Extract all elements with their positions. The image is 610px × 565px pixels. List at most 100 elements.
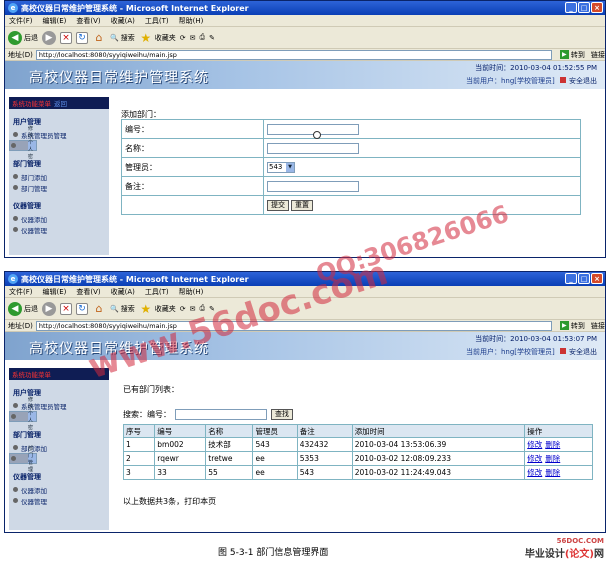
minimize-button[interactable]: _ xyxy=(565,273,577,284)
sidebar-item-admin-manage[interactable]: 系统管理员管理 xyxy=(9,400,109,411)
history-icon[interactable]: ⟳ xyxy=(180,305,186,313)
delete-link[interactable]: 删除 xyxy=(545,468,560,477)
menu-tools[interactable]: 工具(T) xyxy=(145,287,169,297)
logout-icon xyxy=(560,77,566,83)
edit-link[interactable]: 修改 xyxy=(527,468,542,477)
bullet-icon xyxy=(13,498,18,503)
sidebar-item-dept-manage[interactable]: 部门管理 xyxy=(9,446,37,473)
bullet-icon xyxy=(11,456,16,461)
sidebar-item-inst-add[interactable]: 仪器添加 xyxy=(9,213,109,224)
refresh-icon[interactable]: ↻ xyxy=(76,31,88,44)
home-icon[interactable]: ⌂ xyxy=(92,302,106,316)
maximize-button[interactable]: □ xyxy=(578,273,590,284)
label-code: 编号： xyxy=(121,119,264,139)
minimize-button[interactable]: _ xyxy=(565,2,577,13)
forward-button[interactable]: ▶ xyxy=(42,30,56,45)
logo-name-mid: (论文) xyxy=(564,549,594,560)
sidebar-item-dept-add[interactable]: 部门添加 xyxy=(9,171,109,182)
edit-link[interactable]: 修改 xyxy=(527,440,542,449)
go-button[interactable]: ▶ 转到 xyxy=(559,321,585,331)
close-button[interactable]: × xyxy=(591,2,603,13)
logout-link[interactable]: 安全退出 xyxy=(557,77,597,85)
sidebar-title: 系统功能菜单 xyxy=(12,371,51,379)
menu-view[interactable]: 查看(V) xyxy=(76,287,100,297)
menu-file[interactable]: 文件(F) xyxy=(9,16,33,26)
edit-icon[interactable]: ✎ xyxy=(209,305,215,313)
dept-table: 序号 编号 名称 管理员 备注 添加时间 操作 1 bm002 技术部 543 4324… xyxy=(122,424,593,480)
edit-icon[interactable]: ✎ xyxy=(209,34,215,42)
address-input[interactable]: http://localhost:8080/syyiqiweihu/main.j… xyxy=(35,49,552,60)
back-button[interactable]: ◀ 后退 xyxy=(8,301,38,316)
mail-icon[interactable]: ✉ xyxy=(190,305,196,313)
menu-view[interactable]: 查看(V) xyxy=(76,16,100,26)
favorites-button[interactable]: ★ 收藏夹 xyxy=(139,31,175,45)
edit-link[interactable]: 修改 xyxy=(527,454,542,463)
history-icon[interactable]: ⟳ xyxy=(180,34,186,42)
name-input[interactable] xyxy=(267,142,359,154)
maximize-button[interactable]: □ xyxy=(578,2,590,13)
links-label[interactable]: 链接 xyxy=(591,321,605,331)
search-button[interactable]: 🔍 搜索 xyxy=(110,33,135,43)
reset-button[interactable]: 重置 xyxy=(291,199,313,211)
forward-button[interactable]: ▶ xyxy=(42,301,56,316)
banner: 高校仪器日常维护管理系统 当前时间：2010-03-04 01:52:55 PM… xyxy=(5,61,605,89)
delete-link[interactable]: 删除 xyxy=(545,440,560,449)
stop-icon[interactable]: × xyxy=(60,31,72,44)
go-button[interactable]: ▶ 转到 xyxy=(559,50,585,60)
go-arrow-icon: ▶ xyxy=(559,321,569,330)
bullet-icon xyxy=(13,185,18,190)
manager-select[interactable]: 543 ▼ xyxy=(267,161,295,173)
submit-button[interactable]: 提交 xyxy=(267,199,289,211)
search-input[interactable] xyxy=(175,409,267,420)
col-remark: 备注 xyxy=(296,424,353,438)
logout-link[interactable]: 安全退出 xyxy=(557,348,597,356)
menu-favorites[interactable]: 收藏(A) xyxy=(111,287,135,297)
refresh-icon[interactable]: ↻ xyxy=(76,302,88,315)
menu-help[interactable]: 帮助(H) xyxy=(179,287,204,297)
browser-window-dept-list: e 高校仪器日常维护管理系统 - Microsoft Internet Expl… xyxy=(4,271,606,533)
menu-help[interactable]: 帮助(H) xyxy=(179,16,204,26)
print-icon[interactable]: ⎙ xyxy=(199,304,205,313)
address-input[interactable]: http://localhost:8080/syyiqiweihu/main.j… xyxy=(35,320,552,331)
stop-icon[interactable]: × xyxy=(60,302,72,315)
system-name: 高校仪器日常维护管理系统 xyxy=(29,341,209,357)
sidebar-back[interactable]: 返回 xyxy=(54,98,67,108)
sidebar-item-inst-manage[interactable]: 仪器管理 xyxy=(9,224,109,235)
favorites-button[interactable]: ★ 收藏夹 xyxy=(139,302,175,316)
col-index: 序号 xyxy=(122,424,156,438)
find-button[interactable]: 查找 xyxy=(271,409,293,420)
menu-file[interactable]: 文件(F) xyxy=(9,287,33,297)
back-button[interactable]: ◀ 后退 xyxy=(8,30,38,45)
page-content: 高校仪器日常维护管理系统 当前时间：2010-03-04 01:52:55 PM… xyxy=(5,61,605,257)
close-button[interactable]: × xyxy=(591,273,603,284)
sidebar-item-inst-add[interactable]: 仪器添加 xyxy=(9,484,109,495)
menu-edit[interactable]: 编辑(E) xyxy=(43,287,67,297)
bullet-icon xyxy=(13,487,18,492)
mail-icon[interactable]: ✉ xyxy=(190,34,196,42)
figure-caption: 图 5-3-1 部门信息管理界面 xyxy=(218,548,329,558)
menu-favorites[interactable]: 收藏(A) xyxy=(111,16,135,26)
bullet-icon xyxy=(11,143,16,148)
sidebar-item-change-password[interactable]: 修改个人密码 xyxy=(9,126,37,167)
table-row: 1 bm002 技术部 543 432432 2010-03-04 13:53:06.39… xyxy=(122,437,593,452)
print-icon[interactable]: ⎙ xyxy=(199,33,205,42)
search-button[interactable]: 🔍 搜索 xyxy=(110,304,135,314)
home-icon[interactable]: ⌂ xyxy=(92,31,106,45)
links-label[interactable]: 链接 xyxy=(591,50,605,60)
remark-input[interactable] xyxy=(267,180,359,192)
sidebar-item-change-password[interactable]: 修改个人密码 xyxy=(9,397,37,438)
sidebar: 系统功能菜单 用户管理 系统管理员管理 修改个人密码 部门管理 部门添加 部门管… xyxy=(9,368,109,530)
sidebar-title: 系统功能菜单 xyxy=(12,100,51,108)
search-icon: 🔍 xyxy=(110,304,119,313)
sidebar-item-admin-manage[interactable]: 系统管理员管理 xyxy=(9,129,109,140)
delete-link[interactable]: 删除 xyxy=(545,454,560,463)
menu-bar: 文件(F) 编辑(E) 查看(V) 收藏(A) 工具(T) 帮助(H) xyxy=(5,15,605,27)
sidebar-item-dept-manage[interactable]: 部门管理 xyxy=(9,182,109,193)
group-department: 部门管理 xyxy=(13,431,41,439)
add-dept-form: 编号： 名称： 管理员： 543 ▼ 备注： 提交 重置 xyxy=(121,119,581,215)
sidebar-item-inst-manage[interactable]: 仪器管理 xyxy=(9,495,109,506)
menu-tools[interactable]: 工具(T) xyxy=(145,16,169,26)
menu-edit[interactable]: 编辑(E) xyxy=(43,16,67,26)
group-instrument: 仪器管理 xyxy=(13,202,41,210)
sidebar-item-dept-add[interactable]: 部门添加 xyxy=(9,442,109,453)
